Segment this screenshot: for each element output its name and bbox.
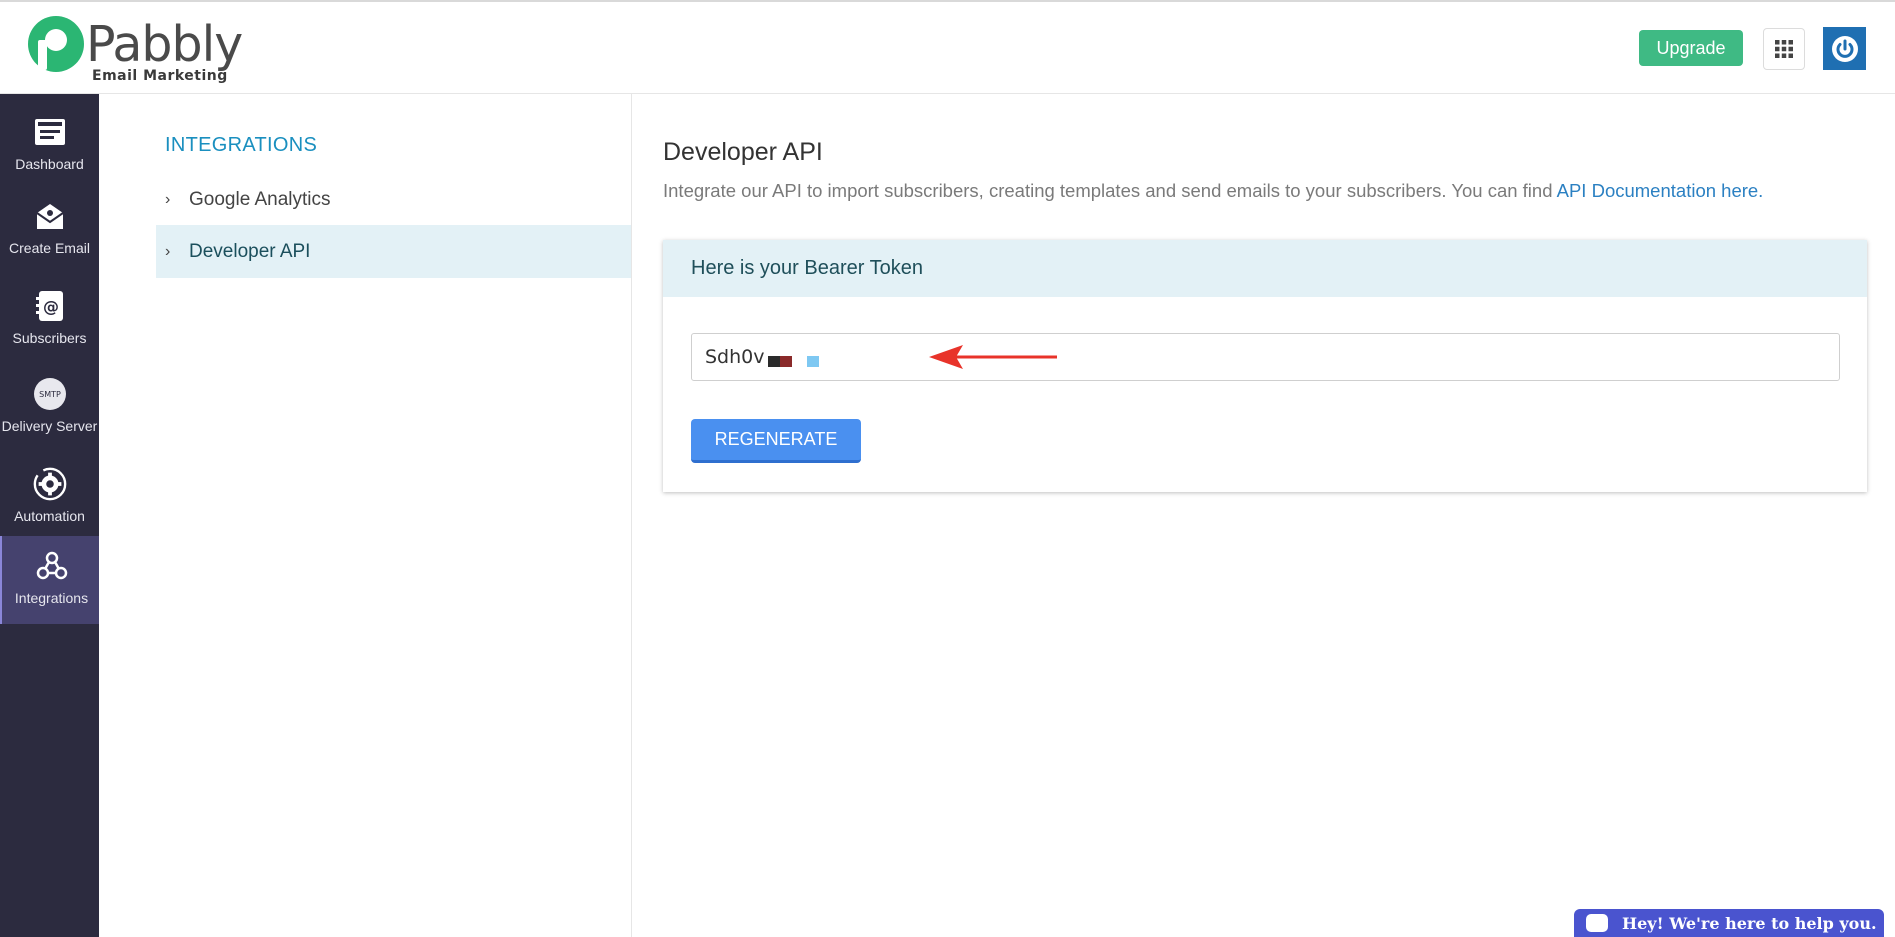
token-value: Sdh0v <box>705 346 765 368</box>
sidebar-item-dashboard[interactable]: Dashboard <box>0 102 99 188</box>
redaction-mark <box>768 356 792 367</box>
create-email-icon <box>32 198 68 234</box>
sidebar-label: Delivery Server <box>1 418 98 434</box>
sidebar-item-create-email[interactable]: Create Email <box>0 186 99 272</box>
main-sidebar: Dashboard Create Email @ Subscribers SMT… <box>0 94 101 937</box>
upgrade-button[interactable]: Upgrade <box>1639 30 1743 66</box>
integrations-icon <box>34 548 70 584</box>
page-title: Developer API <box>663 138 823 166</box>
redaction-mark <box>807 356 819 367</box>
chat-widget[interactable]: Hey! We're here to help you. <box>1574 909 1884 937</box>
sidebar-label: Create Email <box>9 240 90 256</box>
app-header: Pabbly Email Marketing Upgrade <box>0 2 1895 94</box>
sidebar-label: Subscribers <box>12 330 87 346</box>
chat-label: Hey! We're here to help you. <box>1622 913 1877 933</box>
logo-text: Pabbly <box>86 16 243 73</box>
logo-subtitle: Email Marketing <box>92 68 228 84</box>
logout-button[interactable] <box>1823 27 1866 70</box>
subnav-item-label: Google Analytics <box>189 188 331 210</box>
chat-bubble-icon <box>1586 914 1608 932</box>
card-header: Here is your Bearer Token <box>663 240 1867 297</box>
regenerate-button[interactable]: REGENERATE <box>691 419 861 463</box>
logo-mark-icon <box>28 16 84 72</box>
sidebar-label: Integrations <box>14 590 89 606</box>
api-documentation-link[interactable]: API Documentation here. <box>1557 180 1764 201</box>
power-icon <box>1831 35 1858 62</box>
annotation-arrow-icon <box>929 345 1057 369</box>
page-description: Integrate our API to import subscribers,… <box>663 180 1763 202</box>
subnav-item-developer-api[interactable]: › Developer API <box>156 225 631 278</box>
bearer-token-field[interactable]: Sdh0v <box>691 333 1840 381</box>
svg-text:SMTP: SMTP <box>39 390 61 399</box>
sidebar-label: Automation <box>14 508 85 524</box>
bearer-token-card: Here is your Bearer Token Sdh0v REGENERA… <box>663 240 1867 492</box>
smtp-icon: SMTP <box>32 376 68 412</box>
grid-icon <box>1775 40 1793 58</box>
automation-icon <box>32 466 68 502</box>
subnav-item-label: Developer API <box>189 240 311 262</box>
subscribers-icon: @ <box>32 288 68 324</box>
subnav-item-google-analytics[interactable]: › Google Analytics <box>156 173 631 226</box>
sidebar-item-integrations[interactable]: Integrations <box>0 536 101 624</box>
pabbly-logo[interactable]: Pabbly Email Marketing <box>28 16 243 86</box>
integrations-subnav: INTEGRATIONS › Google Analytics › Develo… <box>99 94 632 937</box>
card-heading: Here is your Bearer Token <box>691 257 923 279</box>
chevron-right-icon: › <box>165 190 171 208</box>
description-text: Integrate our API to import subscribers,… <box>663 180 1557 201</box>
sidebar-item-subscribers[interactable]: @ Subscribers <box>0 276 99 362</box>
chevron-right-icon: › <box>165 242 171 260</box>
svg-text:@: @ <box>43 297 59 316</box>
subnav-title: INTEGRATIONS <box>165 134 318 156</box>
sidebar-item-automation[interactable]: Automation <box>0 454 99 540</box>
sidebar-item-delivery-server[interactable]: SMTP Delivery Server <box>0 364 99 450</box>
apps-grid-button[interactable] <box>1763 28 1805 70</box>
dashboard-icon <box>32 114 68 150</box>
sidebar-label: Dashboard <box>15 156 84 172</box>
